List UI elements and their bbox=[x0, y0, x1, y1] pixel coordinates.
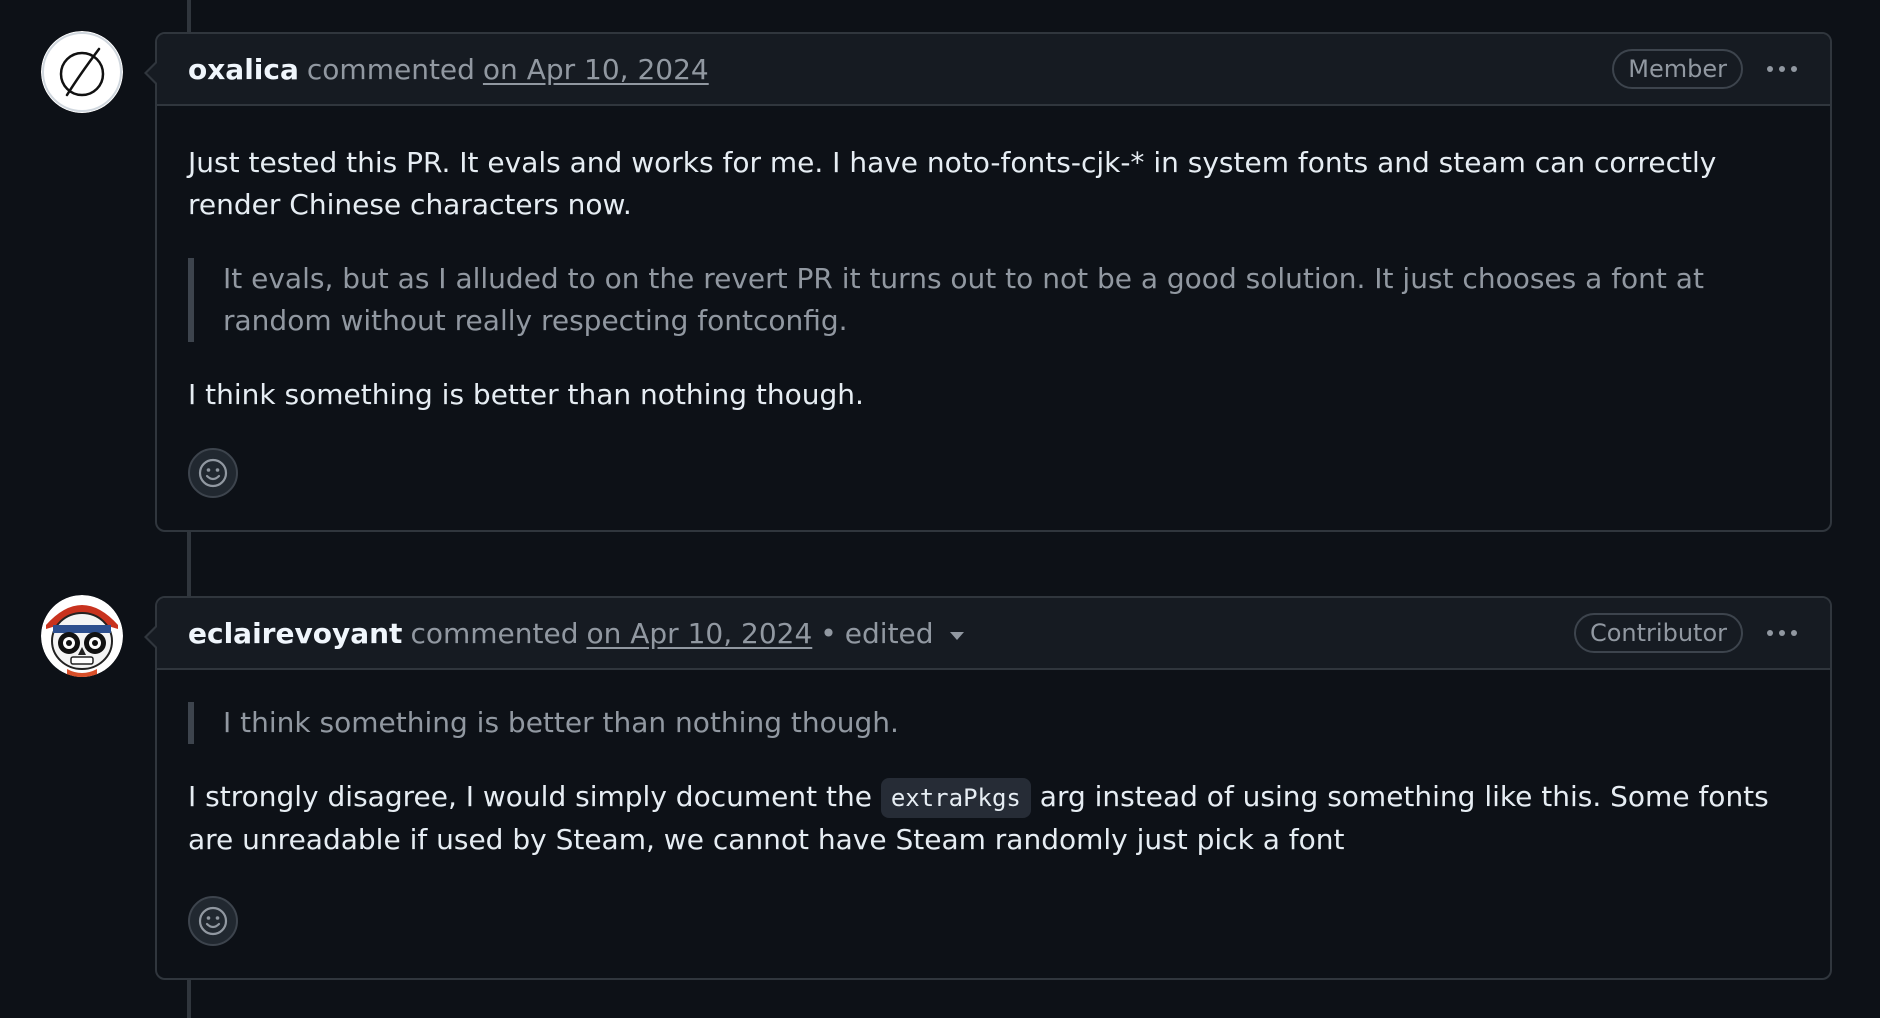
separator-dot: • bbox=[820, 616, 837, 650]
edited-label: edited bbox=[844, 616, 934, 650]
comment-box: oxalica commented on Apr 10, 2024 Member… bbox=[144, 32, 1832, 532]
inline-code: extraPkgs bbox=[880, 778, 1031, 818]
comment-box: eclairevoyant commented on Apr 10, 2024 … bbox=[144, 596, 1832, 980]
comment-paragraph: I strongly disagree, I would simply docu… bbox=[188, 776, 1797, 861]
comment-paragraph: Just tested this PR. It evals and works … bbox=[188, 146, 1717, 221]
timestamp-link[interactable]: on Apr 10, 2024 bbox=[483, 53, 709, 86]
avatar[interactable] bbox=[41, 595, 123, 677]
more-options-icon[interactable] bbox=[1767, 630, 1797, 636]
sugar-skull-icon bbox=[41, 595, 123, 677]
comment-paragraph: I think something is better than nothing… bbox=[188, 378, 864, 411]
role-badge: Contributor bbox=[1573, 613, 1743, 653]
add-reaction-button[interactable] bbox=[188, 448, 238, 498]
timestamp-link[interactable]: on Apr 10, 2024 bbox=[586, 617, 812, 650]
add-reaction-button[interactable] bbox=[188, 896, 238, 946]
smiley-icon bbox=[198, 906, 228, 936]
avatar[interactable] bbox=[41, 31, 123, 113]
blockquote: I think something is better than nothing… bbox=[188, 702, 1797, 744]
comment-verb: commented bbox=[306, 52, 475, 86]
comment-verb: commented bbox=[410, 616, 579, 650]
comment-header: eclairevoyant commented on Apr 10, 2024 … bbox=[157, 598, 1830, 670]
more-options-icon[interactable] bbox=[1767, 66, 1797, 72]
null-set-icon bbox=[41, 31, 123, 113]
edited-history-dropdown[interactable]: edited bbox=[845, 617, 964, 650]
chevron-down-icon bbox=[949, 632, 964, 640]
role-badge: Member bbox=[1612, 49, 1743, 89]
comment-timeline: oxalica commented on Apr 10, 2024 Member… bbox=[0, 0, 1880, 1018]
author-link[interactable]: eclairevoyant bbox=[188, 617, 402, 650]
comment-body: Just tested this PR. It evals and works … bbox=[157, 142, 1830, 416]
comment-body: I think something is better than nothing… bbox=[157, 702, 1830, 861]
comment-header: oxalica commented on Apr 10, 2024 Member bbox=[157, 34, 1830, 106]
author-link[interactable]: oxalica bbox=[188, 53, 299, 86]
blockquote: It evals, but as I alluded to on the rev… bbox=[188, 258, 1797, 342]
paragraph-text: I strongly disagree, I would simply docu… bbox=[188, 780, 872, 813]
smiley-icon bbox=[198, 458, 228, 488]
